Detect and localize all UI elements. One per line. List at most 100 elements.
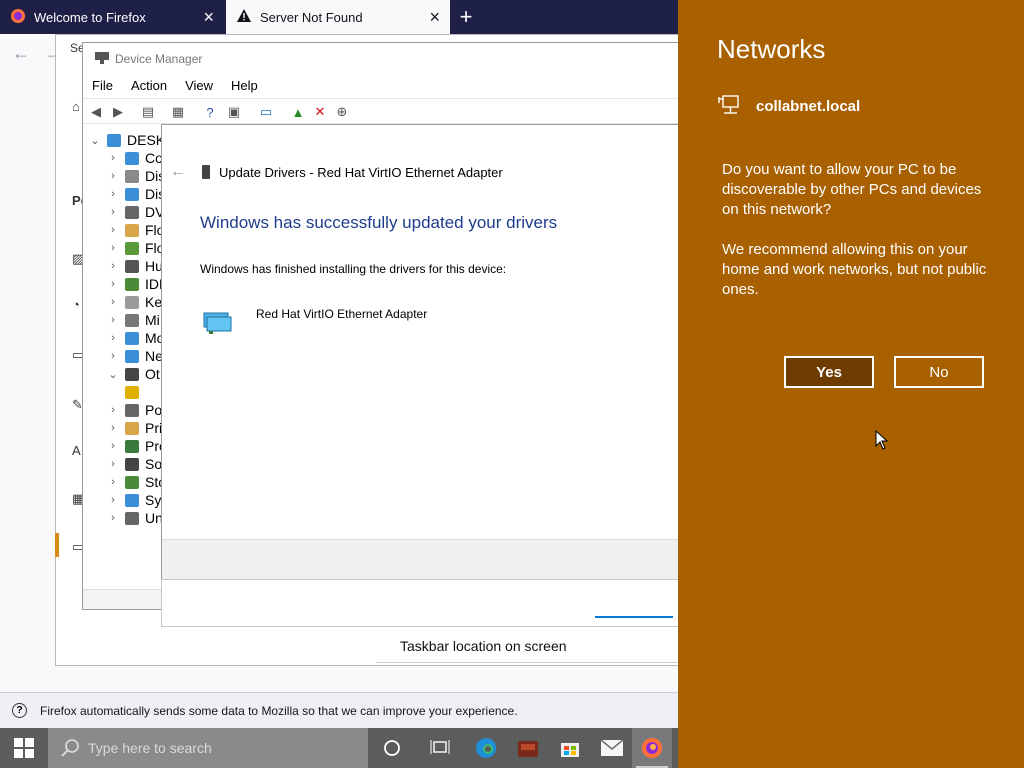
chevron-down-icon[interactable]: ⌄: [89, 134, 101, 147]
chevron-right-icon[interactable]: ›: [107, 296, 119, 308]
ok-button-fragment[interactable]: [595, 614, 673, 618]
tab-server-not-found[interactable]: Server Not Found ×: [226, 0, 450, 34]
chevron-right-icon[interactable]: ›: [107, 278, 119, 290]
taskbar-search[interactable]: Type here to search: [48, 728, 368, 768]
uninstall-icon[interactable]: ✕: [311, 103, 329, 121]
menu-file[interactable]: File: [83, 75, 122, 97]
device-category[interactable]: ›IDE: [107, 275, 165, 293]
fonts-icon[interactable]: A: [72, 443, 81, 458]
back-arrow-icon[interactable]: ←: [170, 163, 186, 181]
device-category[interactable]: › Hu: [107, 257, 163, 275]
back-arrow-icon[interactable]: ◀: [87, 103, 105, 121]
chevron-right-icon[interactable]: ›: [107, 170, 119, 182]
chevron-right-icon[interactable]: ›: [107, 476, 119, 488]
computer-icon: [107, 133, 121, 147]
device-category-icon: [125, 511, 139, 525]
show-hide-tree-icon[interactable]: ▤: [139, 103, 157, 121]
device-category-icon: [125, 367, 139, 381]
new-tab-button[interactable]: +: [452, 0, 480, 34]
chevron-right-icon[interactable]: ›: [107, 152, 119, 164]
close-tab-icon[interactable]: ×: [429, 8, 440, 26]
edge-icon[interactable]: [466, 728, 506, 768]
device-category-icon: [125, 331, 139, 345]
cortana-icon[interactable]: [372, 728, 412, 768]
chevron-right-icon[interactable]: ›: [107, 332, 119, 344]
device-category[interactable]: › Pri: [107, 419, 162, 437]
device-manager-titlebar[interactable]: Device Manager: [83, 43, 678, 75]
download-icon[interactable]: ⊕: [333, 103, 351, 121]
warning-icon: [236, 8, 252, 27]
tab-server-not-found-label: Server Not Found: [260, 9, 363, 25]
chevron-right-icon[interactable]: ›: [107, 512, 119, 524]
mouse-cursor-icon: [875, 430, 889, 450]
chevron-right-icon[interactable]: ›: [107, 458, 119, 470]
chevron-right-icon[interactable]: ›: [107, 494, 119, 506]
start-button[interactable]: [0, 728, 48, 768]
discoverable-recommendation: We recommend allowing this on your home …: [722, 241, 987, 298]
no-button[interactable]: No: [894, 356, 984, 388]
chevron-right-icon[interactable]: ›: [107, 350, 119, 362]
chevron-right-icon[interactable]: ›: [107, 206, 119, 218]
chevron-right-icon[interactable]: ›: [107, 260, 119, 272]
palette-icon[interactable]: ◔: [72, 297, 80, 312]
store-icon[interactable]: [550, 728, 590, 768]
chevron-right-icon[interactable]: ›: [107, 404, 119, 416]
background-dialog-footer: [161, 579, 679, 627]
device-category[interactable]: › Flo: [107, 221, 164, 239]
update-driver-icon[interactable]: ▲: [289, 103, 307, 121]
back-button[interactable]: ←: [6, 38, 36, 68]
device-category-icon: [125, 259, 139, 273]
game-icon[interactable]: [508, 728, 548, 768]
firefox-taskbar-icon[interactable]: [632, 728, 672, 768]
device-category[interactable]: › Ke: [107, 293, 162, 311]
device-category-icon: [125, 421, 139, 435]
windows-logo-icon: [14, 738, 34, 758]
chevron-right-icon[interactable]: ›: [107, 242, 119, 254]
close-tab-icon[interactable]: ×: [203, 8, 214, 26]
device-category[interactable]: › Pro: [107, 437, 165, 455]
device-category[interactable]: › Co: [107, 149, 163, 167]
device-category-icon: [125, 187, 139, 201]
update-success-heading: Windows has successfully updated your dr…: [200, 213, 558, 232]
tree-root-label: DESK: [127, 132, 165, 148]
chevron-right-icon[interactable]: ›: [107, 440, 119, 452]
yes-button[interactable]: Yes: [784, 356, 874, 388]
chevron-right-icon[interactable]: ›: [107, 314, 119, 326]
scan-hardware-icon[interactable]: ▭: [257, 103, 275, 121]
chevron-right-icon[interactable]: ›: [107, 422, 119, 434]
menu-help[interactable]: Help: [222, 75, 267, 97]
taskbar-location-setting[interactable]: Taskbar location on screen: [376, 629, 678, 663]
chevron-down-icon[interactable]: ⌄: [107, 368, 119, 381]
device-category[interactable]: › Sto: [107, 473, 165, 491]
menu-action[interactable]: Action: [122, 75, 176, 97]
view-icon[interactable]: ▣: [225, 103, 243, 121]
device-category[interactable]: ⌄ Ot: [107, 365, 160, 383]
device-category[interactable]: › So: [107, 455, 162, 473]
tab-welcome[interactable]: Welcome to Firefox ×: [0, 0, 224, 34]
update-drivers-dialog: ← Update Drivers - Red Hat VirtIO Ethern…: [161, 124, 679, 580]
device-manager-toolbar: ◀ ▶ ▤ ▦ ? ▣ ▭ ▲ ✕ ⊕: [83, 98, 678, 124]
search-icon: [61, 739, 79, 757]
chevron-right-icon[interactable]: ›: [107, 188, 119, 200]
mail-icon[interactable]: [592, 728, 632, 768]
help-icon[interactable]: ?: [201, 103, 219, 121]
device-category[interactable]: › Ne: [107, 347, 163, 365]
device-category[interactable]: › Sy: [107, 491, 161, 509]
properties-icon[interactable]: ▦: [169, 103, 187, 121]
tree-root[interactable]: ⌄ DESK: [89, 131, 165, 149]
device-category[interactable]: › Flo: [107, 239, 164, 257]
home-icon[interactable]: ⌂: [72, 99, 80, 114]
chevron-right-icon[interactable]: ›: [107, 224, 119, 236]
device-category[interactable]: › Un: [107, 509, 163, 527]
device-category[interactable]: › Mo: [107, 329, 164, 347]
menu-view[interactable]: View: [176, 75, 222, 97]
device-category[interactable]: › Dis: [107, 185, 165, 203]
task-view-icon[interactable]: [420, 728, 460, 768]
device-category[interactable]: [125, 383, 145, 401]
forward-arrow-icon[interactable]: ▶: [109, 103, 127, 121]
device-category[interactable]: › Mi: [107, 311, 160, 329]
device-category-label: Ot: [145, 366, 160, 382]
device-category[interactable]: › Po: [107, 401, 162, 419]
device-category[interactable]: › Dis: [107, 167, 165, 185]
device-category[interactable]: › DV: [107, 203, 164, 221]
